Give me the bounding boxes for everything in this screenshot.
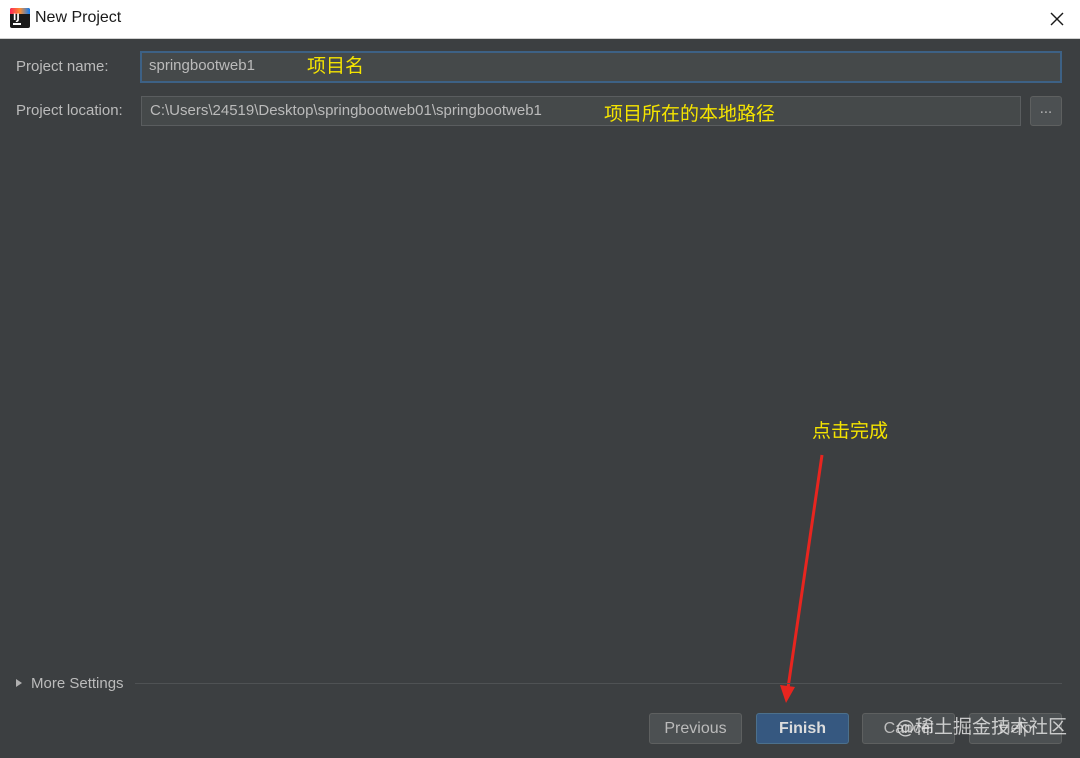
more-settings-label: More Settings — [31, 675, 124, 692]
arrow-head — [780, 685, 795, 703]
previous-button[interactable]: Previous — [649, 713, 742, 744]
arrow-shaft — [786, 454, 824, 689]
finish-button[interactable]: Finish — [756, 713, 849, 744]
expand-triangle-icon — [16, 679, 22, 687]
more-settings-divider — [135, 683, 1062, 684]
annotation-arrow — [780, 454, 824, 703]
watermark: @稀土掘金技术社区 — [896, 716, 1068, 738]
